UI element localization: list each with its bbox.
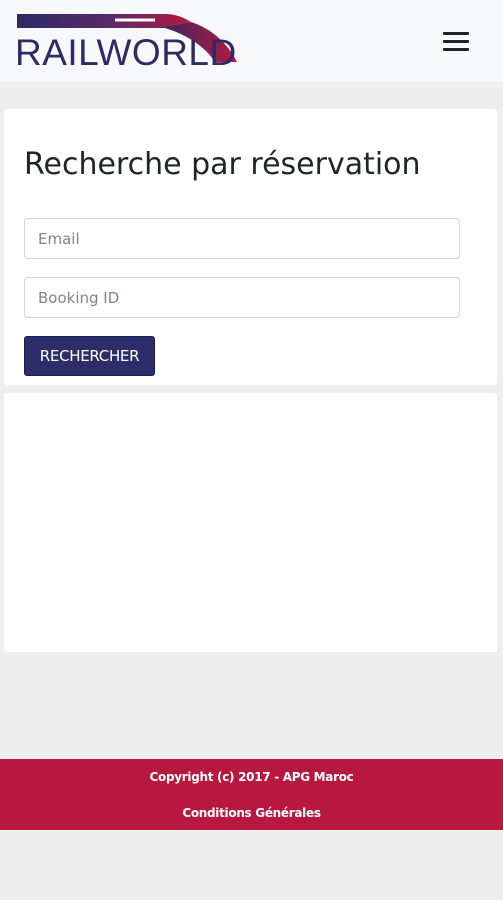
hamburger-line (443, 32, 469, 35)
results-panel (4, 393, 497, 652)
booking-search-card: Recherche par réservation RECHERCHER (4, 109, 497, 385)
page-footer: Copyright (c) 2017 - APG Maroc Condition… (0, 759, 503, 830)
top-navbar: RAILWORLD (0, 0, 503, 82)
page-title: Recherche par réservation (24, 147, 421, 182)
copyright-text: Copyright (c) 2017 - APG Maroc (149, 770, 354, 784)
email-input[interactable] (24, 218, 460, 259)
logo-wordmark: RAILWORLD (15, 32, 237, 73)
booking-id-input[interactable] (24, 277, 460, 318)
terms-link[interactable]: Conditions Générales (0, 806, 503, 820)
hamburger-menu-button[interactable] (436, 26, 476, 56)
railworld-logo[interactable]: RAILWORLD (15, 12, 240, 73)
search-button[interactable]: RECHERCHER (24, 336, 155, 376)
hamburger-line (443, 48, 469, 51)
hamburger-line (443, 40, 469, 43)
